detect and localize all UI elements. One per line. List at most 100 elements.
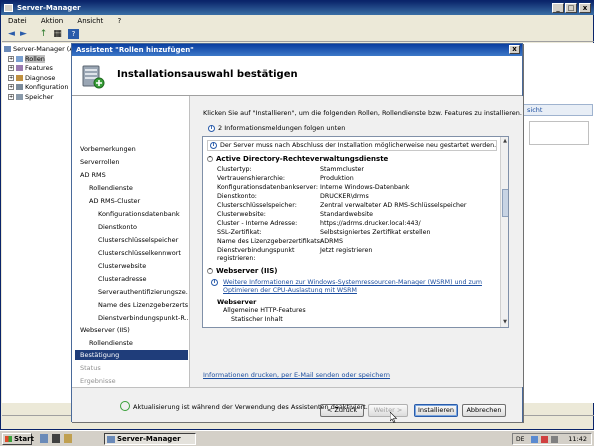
- dialog-header: Installationsauswahl bestätigen: [72, 56, 522, 96]
- tree-item-speicher[interactable]: + Speicher: [2, 93, 76, 103]
- kv-value: https://adrms.drucker.local:443/: [320, 220, 421, 227]
- nav-item[interactable]: Konfigurationsdatenbank: [98, 209, 188, 219]
- nav-item[interactable]: Clusterwebsite: [98, 261, 188, 271]
- volume-icon[interactable]: [551, 436, 558, 443]
- feature-item: Allgemeine HTTP-Features: [223, 307, 306, 314]
- kv-value: DRUCKER\drms: [320, 193, 369, 200]
- console-tree: Server-Manager (A + Rollen + Features + Dia…: [2, 43, 77, 403]
- show-hide-tree-icon[interactable]: ▦: [52, 29, 63, 39]
- scroll-up-icon[interactable]: ▲: [501, 137, 508, 145]
- toolbar: ◄ ► ↑ ▦ ?: [2, 27, 594, 42]
- collapse-icon[interactable]: ^: [207, 156, 213, 162]
- nav-item[interactable]: Clusterschlüsselspeicher: [98, 235, 188, 245]
- wizard-nav: Vorbemerkungen Serverrollen AD RMS Rolle…: [72, 96, 190, 387]
- menu-aktion[interactable]: Aktion: [41, 17, 63, 25]
- language-indicator[interactable]: DE: [516, 435, 524, 445]
- webserver-subheading: Webserver: [217, 298, 257, 306]
- wizard-content: Klicken Sie auf "Installieren", um die f…: [191, 96, 523, 387]
- maximize-button[interactable]: □: [565, 3, 577, 13]
- nav-item[interactable]: Webserver (IIS): [80, 325, 188, 335]
- roles-icon: [16, 55, 23, 62]
- tree-item-konfiguration[interactable]: + Konfiguration: [2, 83, 76, 93]
- install-button[interactable]: Installieren: [414, 404, 458, 417]
- next-button: Weiter >: [368, 404, 408, 417]
- print-email-save-link[interactable]: Informationen drucken, per E-Mail senden…: [203, 371, 390, 379]
- dialog-titlebar: Assistent "Rollen hinzufügen" x: [72, 44, 522, 56]
- start-button[interactable]: Start: [2, 433, 34, 445]
- expand-icon[interactable]: +: [8, 93, 14, 100]
- help-icon[interactable]: ?: [68, 29, 79, 39]
- kv-key: Clustertyp:: [217, 166, 252, 173]
- right-panel-header[interactable]: sicht: [521, 104, 593, 116]
- kv-key: Cluster - Interne Adresse:: [217, 220, 298, 227]
- section-adrms-header[interactable]: ^ Active Directory-Rechteverwaltungsdiens…: [207, 155, 388, 163]
- tree-item-server-manager[interactable]: Server-Manager (A: [2, 45, 76, 55]
- nav-item[interactable]: Rollendienste: [89, 183, 188, 193]
- server-manager-icon: [4, 4, 13, 12]
- refresh-disabled-text: Aktualisierung ist während der Verwendun…: [133, 403, 368, 411]
- cancel-button[interactable]: Abbrechen: [462, 404, 506, 417]
- tree-item-rollen[interactable]: + Rollen: [2, 54, 76, 65]
- scrollbar[interactable]: ▲ ▼: [500, 137, 508, 327]
- nav-item[interactable]: Serverrollen: [80, 157, 188, 167]
- confirmation-list[interactable]: i Der Server muss nach Abschluss der Inst…: [202, 136, 509, 328]
- nav-item[interactable]: Rollendienste: [89, 338, 188, 348]
- tree-item-diagnose[interactable]: + Diagnose: [2, 74, 76, 84]
- intro-text: Klicken Sie auf "Installieren", um die f…: [203, 109, 522, 117]
- nav-item[interactable]: Clusterschlüsselkennwort: [98, 248, 188, 258]
- collapse-icon[interactable]: ^: [207, 268, 213, 274]
- server-icon: [4, 46, 11, 52]
- scroll-thumb[interactable]: [502, 189, 508, 217]
- nav-item[interactable]: Dienstverbindungspunkt-R...: [98, 313, 188, 323]
- window-titlebar: Server-Manager _ □ x: [1, 1, 594, 15]
- nav-item[interactable]: Serverauthentifizierungsze...: [98, 287, 188, 297]
- kv-key: Clusterschlüsselspeicher:: [217, 202, 297, 209]
- close-button[interactable]: x: [579, 3, 591, 13]
- right-panel-box: [529, 121, 589, 145]
- nav-item-selected[interactable]: Bestätigung: [75, 350, 188, 360]
- tree-item-features[interactable]: + Features: [2, 64, 76, 74]
- quicklaunch-explorer-icon[interactable]: [64, 434, 72, 443]
- expand-icon[interactable]: +: [8, 84, 14, 90]
- forward-icon[interactable]: ►: [18, 29, 29, 39]
- network-icon[interactable]: [531, 436, 538, 443]
- dialog-close-button[interactable]: x: [509, 45, 520, 54]
- expand-icon[interactable]: +: [8, 65, 14, 71]
- menu-bar: Datei Aktion Ansicht ?: [2, 15, 594, 27]
- wsrm-info-link[interactable]: Weitere Informationen zur Windows-System…: [211, 279, 497, 295]
- taskbar-item-server-manager[interactable]: Server-Manager: [104, 433, 196, 445]
- alert-icon[interactable]: [541, 436, 548, 443]
- quicklaunch-cmd-icon[interactable]: [52, 434, 60, 443]
- kv-value: Selbstsigniertes Zertifikat erstellen: [320, 229, 431, 236]
- back-icon[interactable]: ◄: [6, 29, 17, 39]
- minimize-button[interactable]: _: [552, 3, 564, 13]
- section-iis-header[interactable]: ^ Webserver (IIS): [207, 267, 277, 275]
- kv-value: ADRMS: [320, 238, 343, 245]
- taskbar: Start Server-Manager DE 11:42: [0, 430, 594, 446]
- scroll-down-icon[interactable]: ▼: [501, 318, 508, 326]
- expand-icon[interactable]: +: [8, 74, 14, 81]
- info-icon: i: [211, 279, 218, 286]
- menu-datei[interactable]: Datei: [8, 17, 27, 25]
- configuration-icon: [16, 84, 23, 90]
- kv-value: Interne Windows-Datenbank: [320, 184, 410, 191]
- nav-item[interactable]: AD RMS: [80, 170, 188, 180]
- nav-item[interactable]: Clusteradresse: [98, 274, 188, 284]
- nav-item[interactable]: Name des Lizenzgeberzerts...: [98, 300, 188, 310]
- features-icon: [16, 65, 23, 71]
- mouse-cursor-icon: [390, 412, 398, 423]
- nav-item[interactable]: AD RMS-Cluster: [89, 196, 188, 206]
- kv-key: Vertrauenshierarchie:: [217, 175, 286, 182]
- menu-ansicht[interactable]: Ansicht: [77, 17, 103, 25]
- kv-key: Dienstverbindungspunkt registrieren:: [217, 247, 295, 262]
- quicklaunch-server-icon[interactable]: [40, 434, 48, 443]
- up-icon[interactable]: ↑: [38, 29, 49, 39]
- menu-help[interactable]: ?: [118, 17, 122, 25]
- nav-item[interactable]: Vorbemerkungen: [80, 144, 188, 154]
- nav-item: Ergebnisse: [80, 377, 116, 385]
- nav-item[interactable]: Dienstkonto: [98, 222, 188, 232]
- expand-icon[interactable]: +: [8, 55, 14, 62]
- restart-warning: i Der Server muss nach Abschluss der Inst…: [207, 140, 497, 151]
- clock: 11:42: [568, 435, 587, 443]
- diagnostics-icon: [16, 74, 23, 81]
